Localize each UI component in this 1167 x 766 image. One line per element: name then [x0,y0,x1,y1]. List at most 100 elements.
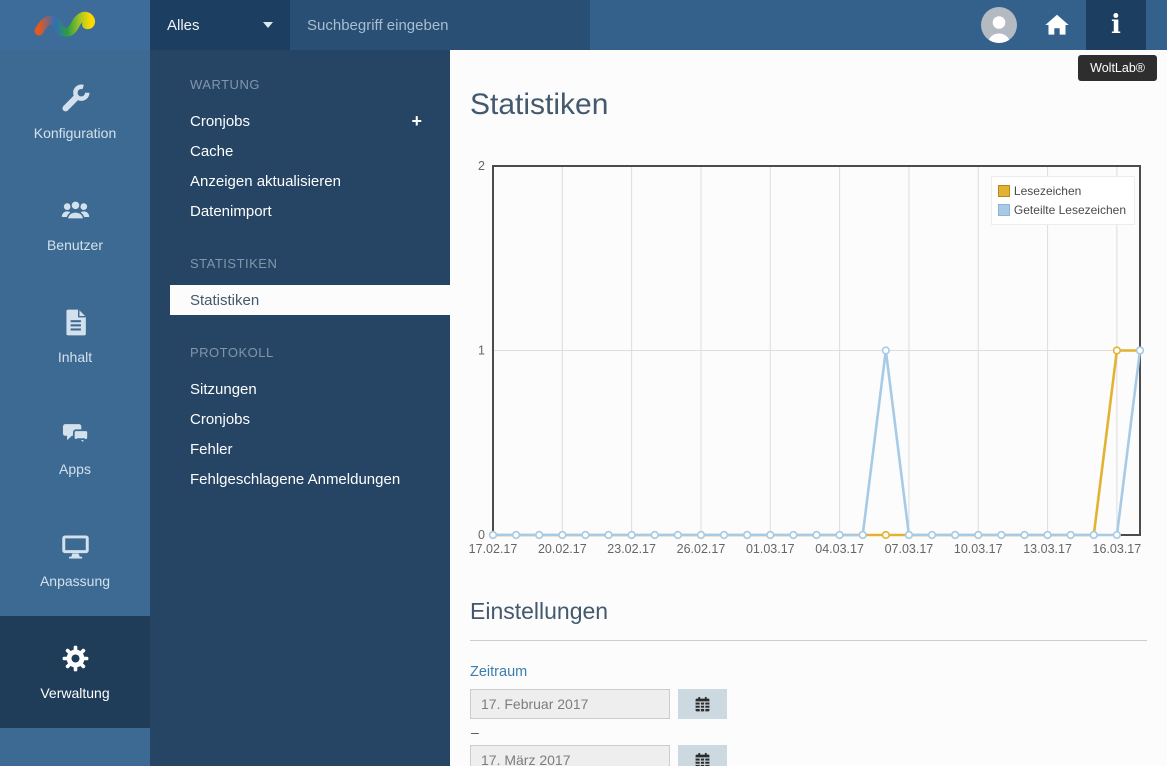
menu-item-fehler[interactable]: Fehler [150,434,450,464]
chart-legend: Lesezeichen Geteilte Lesezeichen [991,176,1135,225]
sidebar-item-label: Verwaltung [40,685,109,701]
user-menu-button[interactable] [970,0,1028,50]
date-to-row [470,745,1147,766]
sidebar-item-inhalt[interactable]: Inhalt [0,280,150,392]
legend-entry: Geteilte Lesezeichen [998,200,1126,219]
search-scope-select[interactable]: Alles [150,0,290,50]
search-scope-value: Alles [167,17,200,34]
legend-swatch [998,185,1010,197]
svg-text:01.03.17: 01.03.17 [746,542,795,556]
menu-item-cache[interactable]: Cache [150,136,450,166]
home-icon [1043,11,1071,39]
acp-page: Alles i W [0,0,1167,766]
home-button[interactable] [1028,0,1086,50]
svg-text:13.03.17: 13.03.17 [1023,542,1072,556]
menu-section-wartung: WARTUNG Cronjobs + Cache Anzeigen aktualisie… [150,77,450,226]
sidebar-item-label: Anpassung [40,573,110,589]
settings-section: Einstellungen Zeitraum [470,598,1147,766]
page-title: Statistiken [470,88,608,122]
sidebar: Konfiguration Benutzer Inhalt Apps Anpassung… [0,50,150,766]
document-icon [60,307,91,338]
sidebar-item-label: Benutzer [47,237,103,253]
tooltip-text: WoltLab® [1090,61,1145,75]
calendar-icon [694,696,711,713]
menu-item-cronjobs[interactable]: Cronjobs [150,404,450,434]
menu-item-fehlgeschlagene-anmeldungen[interactable]: Fehlgeschlagene Anmeldungen [150,464,450,494]
sidebar-item-anpassung[interactable]: Anpassung [0,504,150,616]
svg-text:1: 1 [478,344,485,358]
menu-item-anzeigen-aktualisieren[interactable]: Anzeigen aktualisieren [150,166,450,196]
chevron-down-icon [263,22,273,28]
tooltip: WoltLab® [1078,55,1157,81]
add-icon[interactable]: + [411,112,422,130]
legend-label: Lesezeichen [1014,184,1081,198]
statistics-chart: 0 1 2 17.02.17 20.02.17 23.02.17 26.02.17 01.03… [470,160,1167,580]
sidebar-item-konfiguration[interactable]: Konfiguration [0,56,150,168]
sidebar-item-label: Apps [59,461,91,477]
legend-label: Geteilte Lesezeichen [1014,203,1126,217]
menu-item-label: Cronjobs [190,411,250,428]
topbar-spacer [590,0,970,50]
svg-text:2: 2 [478,159,485,173]
date-range-separator: – [471,724,1147,740]
menu-item-sitzungen[interactable]: Sitzungen [150,374,450,404]
legend-swatch [998,204,1010,216]
info-icon: i [1111,12,1121,38]
date-from-input[interactable] [470,689,670,719]
sidebar-item-label: Inhalt [58,349,92,365]
search-input[interactable] [290,0,590,50]
menu-section-protokoll: PROTOKOLL Sitzungen Cronjobs Fehler Fehlgesc… [150,345,450,494]
topbar: Alles i [0,0,1167,50]
users-icon [60,195,91,226]
main-content: Statistiken 0 1 2 17.02.17 20.02.17 23.02.17 2… [450,50,1167,766]
svg-text:10.03.17: 10.03.17 [954,542,1003,556]
sidebar-item-label: Konfiguration [34,125,117,141]
menu-section-title: STATISTIKEN [150,256,450,271]
menu-item-label: Fehlgeschlagene Anmeldungen [190,471,400,488]
desktop-icon [60,531,91,562]
menu-section-title: PROTOKOLL [150,345,450,360]
svg-text:0: 0 [478,528,485,542]
menu-item-datenimport[interactable]: Datenimport [150,196,450,226]
date-to-input[interactable] [470,745,670,766]
wrench-icon [60,83,91,114]
date-from-picker-button[interactable] [678,689,727,719]
sidebar-item-apps[interactable]: Apps [0,392,150,504]
date-from-row [470,689,1147,719]
topbar-actions: i [970,0,1146,50]
woltlab-logo[interactable] [0,0,150,50]
woltlab-logo-icon [27,5,123,45]
svg-text:20.02.17: 20.02.17 [538,542,587,556]
person-icon [981,9,1017,43]
menu-item-label: Datenimport [190,203,272,220]
sidebar-item-verwaltung[interactable]: Verwaltung [0,616,150,728]
secondary-menu: WARTUNG Cronjobs + Cache Anzeigen aktualisie… [150,50,450,766]
svg-text:23.02.17: 23.02.17 [607,542,656,556]
legend-entry: Lesezeichen [998,181,1126,200]
date-to-picker-button[interactable] [678,745,727,766]
svg-text:26.02.17: 26.02.17 [677,542,726,556]
menu-item-label: Fehler [190,441,233,458]
svg-text:07.03.17: 07.03.17 [885,542,934,556]
menu-item-label: Sitzungen [190,381,257,398]
divider [470,640,1147,641]
sidebar-item-benutzer[interactable]: Benutzer [0,168,150,280]
menu-section-statistiken: STATISTIKEN Statistiken [150,256,450,315]
gear-icon [60,643,91,674]
info-button[interactable]: i [1086,0,1146,50]
menu-item-label: Anzeigen aktualisieren [190,173,341,190]
settings-title: Einstellungen [470,598,1147,625]
menu-item-statistiken[interactable]: Statistiken [170,285,450,315]
calendar-icon [694,752,711,766]
menu-item-label: Cronjobs [190,113,250,130]
svg-text:16.03.17: 16.03.17 [1093,542,1142,556]
svg-text:04.03.17: 04.03.17 [815,542,864,556]
period-label: Zeitraum [470,664,1147,680]
menu-section-title: WARTUNG [150,77,450,92]
menu-item-cronjobs[interactable]: Cronjobs + [150,106,450,136]
menu-item-label: Statistiken [190,292,259,309]
svg-text:17.02.17: 17.02.17 [469,542,518,556]
menu-item-label: Cache [190,143,233,160]
comments-icon [60,419,91,450]
avatar [981,7,1017,43]
